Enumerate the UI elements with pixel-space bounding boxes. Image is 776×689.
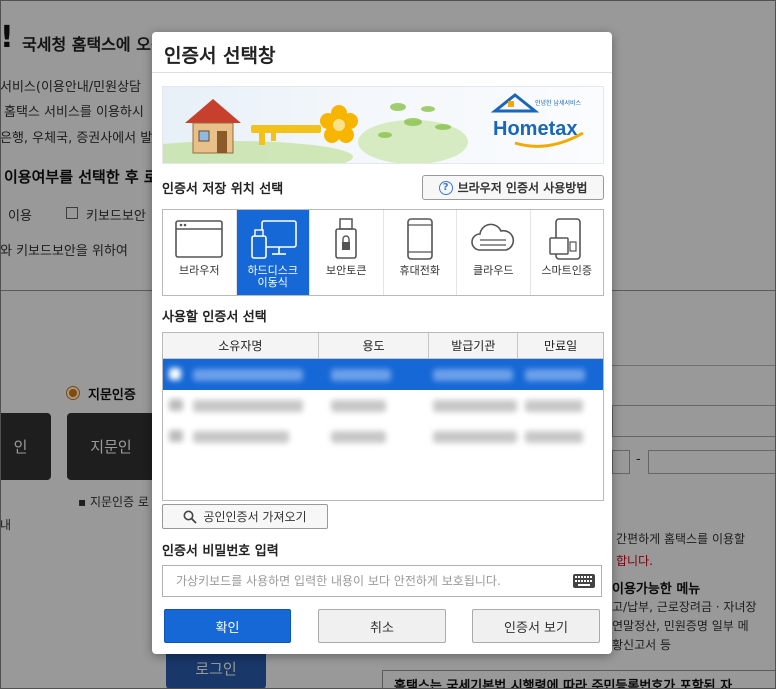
password-field[interactable] bbox=[162, 565, 602, 597]
cloud-icon bbox=[471, 223, 515, 251]
question-icon: ? bbox=[438, 180, 453, 195]
storage-smart-auth[interactable]: 스마트인증 bbox=[531, 210, 604, 295]
banner-illustration: 안녕한 납세서비스 Hometax bbox=[163, 93, 584, 163]
help-button-label: 브라우저 인증서 사용방법 bbox=[457, 181, 588, 195]
cert-section-label: 사용할 인증서 선택 bbox=[162, 310, 267, 325]
storage-cloud[interactable]: 클라우드 bbox=[457, 210, 531, 295]
table-row[interactable] bbox=[163, 359, 603, 390]
storage-label-browser: 브라우저 bbox=[179, 264, 220, 277]
password-input[interactable] bbox=[174, 573, 558, 589]
table-header: 소유자명 용도 발급기관 만료일 bbox=[163, 333, 603, 359]
col-owner[interactable]: 소유자명 bbox=[163, 333, 319, 358]
virtual-keyboard-icon[interactable] bbox=[573, 574, 595, 588]
certificate-table: 소유자명 용도 발급기관 만료일 bbox=[162, 332, 604, 501]
import-cert-button[interactable]: 공인인증서 가져오기 bbox=[162, 504, 328, 529]
browser-cert-help-button[interactable]: ? 브라우저 인증서 사용방법 bbox=[422, 175, 604, 200]
storage-mobile[interactable]: 휴대전화 bbox=[384, 210, 457, 295]
col-usage[interactable]: 용도 bbox=[319, 333, 430, 358]
browser-icon bbox=[175, 220, 224, 258]
security-token-icon bbox=[335, 218, 358, 259]
storage-label-cloud: 클라우드 bbox=[473, 264, 514, 277]
logo-tagline: 안녕한 납세서비스 bbox=[535, 99, 582, 107]
table-row[interactable] bbox=[163, 390, 603, 421]
cancel-button[interactable]: 취소 bbox=[318, 609, 446, 643]
view-cert-button[interactable]: 인증서 보기 bbox=[472, 609, 600, 643]
password-section-label: 인증서 비밀번호 입력 bbox=[162, 544, 279, 559]
storage-browser[interactable]: 브라우저 bbox=[163, 210, 237, 295]
search-icon bbox=[183, 510, 198, 524]
storage-label-smart: 스마트인증 bbox=[541, 264, 593, 277]
hometax-banner: 안녕한 납세서비스 Hometax bbox=[162, 86, 604, 164]
confirm-button[interactable]: 확인 bbox=[164, 609, 291, 643]
storage-label-harddisk: 하드디스크 이동식 bbox=[247, 264, 299, 289]
storage-harddisk[interactable]: 하드디스크 이동식 bbox=[236, 210, 310, 295]
storage-selector: 브라우저 하드디스크 이동식 보안토큰 휴대전화 클라우드 스마트인증 bbox=[162, 209, 604, 296]
import-button-label: 공인인증서 가져오기 bbox=[203, 510, 307, 524]
mobile-phone-icon bbox=[406, 218, 433, 260]
col-issuer[interactable]: 발급기관 bbox=[429, 333, 519, 358]
smart-auth-icon bbox=[549, 218, 581, 260]
storage-label-mobile: 휴대전화 bbox=[399, 264, 440, 277]
hometax-logo-text: Hometax bbox=[493, 118, 577, 140]
harddisk-usb-icon bbox=[250, 220, 297, 259]
table-row[interactable] bbox=[163, 421, 603, 452]
certificate-dialog: 인증서 선택창 안녕한 납세서비스 Hometax 인증서 저장 위치 선택 ?… bbox=[152, 32, 612, 654]
title-divider bbox=[152, 72, 612, 73]
storage-security-token[interactable]: 보안토큰 bbox=[310, 210, 384, 295]
storage-section-label: 인증서 저장 위치 선택 bbox=[162, 182, 284, 197]
dialog-title: 인증서 선택창 bbox=[164, 45, 276, 67]
storage-label-token: 보안토큰 bbox=[326, 264, 367, 277]
col-expiry[interactable]: 만료일 bbox=[518, 333, 603, 358]
